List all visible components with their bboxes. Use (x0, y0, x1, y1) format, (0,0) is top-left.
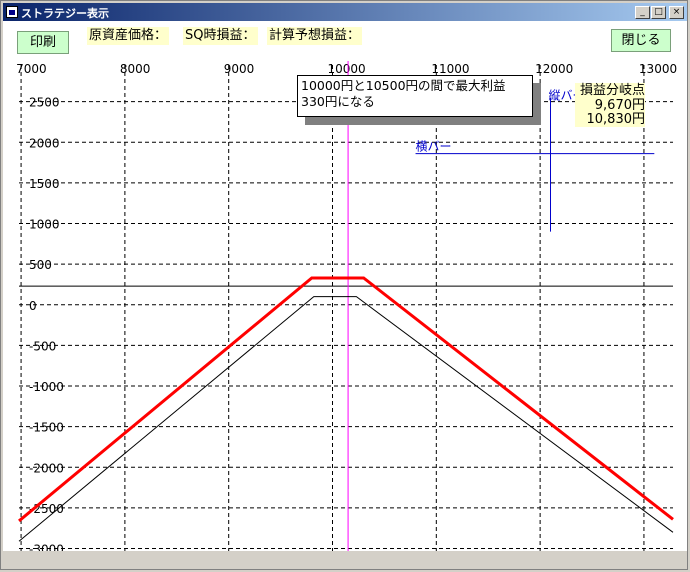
breakeven-value-1: 9,670円 (575, 98, 645, 113)
callout-line-1: 10000円と10500円の間で最大利益 (301, 78, 506, 93)
y-tick-label: 1500 (29, 177, 60, 191)
max-profit-callout: 10000円と10500円の間で最大利益 330円になる (297, 75, 533, 117)
y-tick-label: 2000 (29, 136, 60, 150)
breakeven-title: 損益分岐点 (575, 83, 645, 98)
window-title: ストラテジー表示 (21, 7, 109, 20)
y-tick-label: 2500 (29, 96, 60, 110)
y-tick-label: -1500 (29, 421, 64, 435)
y-tick-label: -500 (29, 339, 56, 353)
estimated-pnl-label: 計算予想損益： (267, 27, 363, 45)
x-tick-label: 10000 (328, 62, 366, 76)
estimated-payoff-line (18, 296, 674, 542)
x-tick-label: 13000 (639, 62, 677, 76)
toolbar: 印刷 原資産価格： SQ時損益： 計算予想損益： 閉じる (3, 21, 687, 61)
y-tick-label: 500 (29, 258, 52, 272)
strategy-window: ストラテジー表示 _ □ × 印刷 原資産価格： SQ時損益： 計算予想損益： … (0, 0, 688, 570)
app-icon (6, 6, 18, 18)
x-tick-label: 11000 (431, 62, 469, 76)
payoff-chart-area: 7000 8000 9000 10000 11000 12000 13000 2500 2000… (3, 61, 687, 557)
sq-payoff-line (18, 276, 674, 523)
y-tick-label: 0 (29, 299, 37, 313)
y-tick-label: -1000 (29, 380, 64, 394)
y-tick-label: -2000 (29, 461, 64, 475)
print-button[interactable]: 印刷 (17, 31, 69, 54)
x-tick-label: 7000 (16, 62, 47, 76)
y-tick-label: -3000 (29, 543, 64, 551)
x-tick-label: 8000 (120, 62, 151, 76)
minimize-button[interactable]: _ (635, 6, 650, 19)
breakeven-value-2: 10,830円 (575, 112, 645, 127)
sq-pnl-label: SQ時損益： (183, 27, 258, 45)
callout-line-2: 330円になる (301, 94, 375, 109)
y-tick-label: 1000 (29, 218, 60, 232)
underlying-price-label: 原資産価格： (87, 27, 170, 45)
x-tick-label: 12000 (535, 62, 573, 76)
title-bar[interactable]: ストラテジー表示 _ □ × (3, 3, 687, 21)
close-window-button[interactable]: × (669, 6, 684, 19)
close-button[interactable]: 閉じる (611, 29, 671, 52)
maximize-button[interactable]: □ (651, 6, 666, 19)
horizontal-bar-label: 横バー (416, 140, 452, 154)
payoff-chart: 7000 8000 9000 10000 11000 12000 1300025002000… (16, 61, 677, 557)
x-tick-label: 9000 (224, 62, 255, 76)
